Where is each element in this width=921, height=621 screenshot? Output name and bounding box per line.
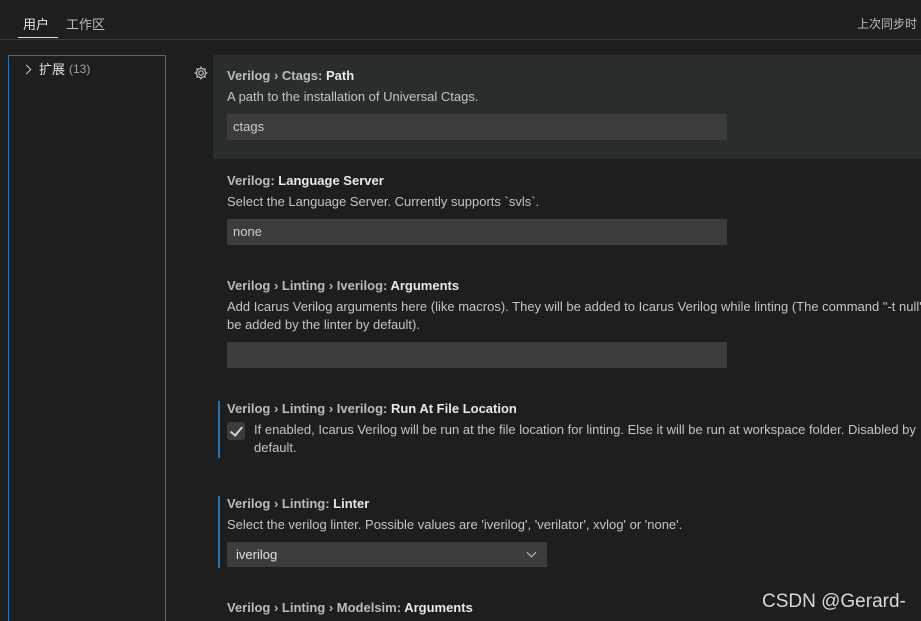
setting-description-cont: be added by the linter by default). xyxy=(227,317,420,332)
setting-category: Verilog › Linting › Modelsim: xyxy=(227,600,405,615)
setting-title: Verilog: Language Server xyxy=(227,173,384,188)
setting-description-cont: default. xyxy=(254,440,297,455)
setting-description: Add Icarus Verilog arguments here (like … xyxy=(227,299,921,314)
active-tab-indicator xyxy=(18,37,58,38)
setting-description: A path to the installation of Universal … xyxy=(227,89,479,104)
setting-category: Verilog: xyxy=(227,173,279,188)
setting-description: Select the Language Server. Currently su… xyxy=(227,194,540,209)
tab-user[interactable]: 用户 xyxy=(23,14,49,33)
tab-workspace[interactable]: 工作区 xyxy=(66,14,105,33)
setting-title: Verilog › Linting › Iverilog: Run At Fil… xyxy=(227,401,517,416)
setting-category: Verilog › Ctags: xyxy=(227,68,326,83)
language-server-input[interactable]: none xyxy=(227,219,727,245)
setting-name: Path xyxy=(325,68,355,83)
chevron-right-icon xyxy=(21,64,32,74)
settings-toc: 扩展 (13) xyxy=(8,55,166,621)
ctags-path-input[interactable]: ctags xyxy=(227,114,727,140)
watermark: CSDN @Gerard- xyxy=(762,591,906,612)
gear-icon[interactable] xyxy=(193,65,209,81)
setting-iverilog-arguments: Verilog › Linting › Iverilog: Arguments … xyxy=(213,265,921,375)
setting-language-server: Verilog: Language Server Select the Lang… xyxy=(213,160,921,260)
setting-title: Verilog › Linting › Modelsim: Arguments xyxy=(227,600,473,615)
setting-description: If enabled, Icarus Verilog will be run a… xyxy=(254,422,916,437)
setting-description: Select the verilog linter. Possible valu… xyxy=(227,517,683,532)
linter-select-value: iverilog xyxy=(236,547,278,562)
setting-linter: Verilog › Linting: Linter Select the ver… xyxy=(213,483,921,578)
setting-title: Verilog › Ctags: Path xyxy=(227,68,354,83)
setting-name: Linter xyxy=(333,496,370,511)
setting-name: Run At File Location xyxy=(390,401,517,416)
settings-tabs: 用户 工作区 上次同步时 xyxy=(0,0,921,40)
toc-item-count: (13) xyxy=(69,61,91,76)
setting-name: Arguments xyxy=(404,600,473,615)
setting-run-at-file-location: Verilog › Linting › Iverilog: Run At Fil… xyxy=(213,388,921,468)
iverilog-arguments-input[interactable] xyxy=(227,342,727,368)
tabs-divider xyxy=(0,39,921,40)
setting-category: Verilog › Linting › Iverilog: xyxy=(227,278,391,293)
setting-ctags-path: Verilog › Ctags: Path A path to the inst… xyxy=(213,55,921,159)
run-at-file-location-checkbox[interactable] xyxy=(227,422,245,440)
toc-item-extensions[interactable]: 扩展 (13) xyxy=(21,59,91,78)
chevron-down-icon xyxy=(526,547,537,558)
setting-title: Verilog › Linting › Iverilog: Arguments xyxy=(227,278,459,293)
setting-category: Verilog › Linting: xyxy=(227,496,334,511)
setting-name: Language Server xyxy=(278,173,384,188)
toc-item-label: 扩展 xyxy=(39,62,66,77)
setting-category: Verilog › Linting › Iverilog: xyxy=(227,401,391,416)
sync-status: 上次同步时 xyxy=(857,17,918,31)
linter-select[interactable]: iverilog xyxy=(227,542,547,567)
setting-title: Verilog › Linting: Linter xyxy=(227,496,369,511)
setting-name: Arguments xyxy=(390,278,460,293)
